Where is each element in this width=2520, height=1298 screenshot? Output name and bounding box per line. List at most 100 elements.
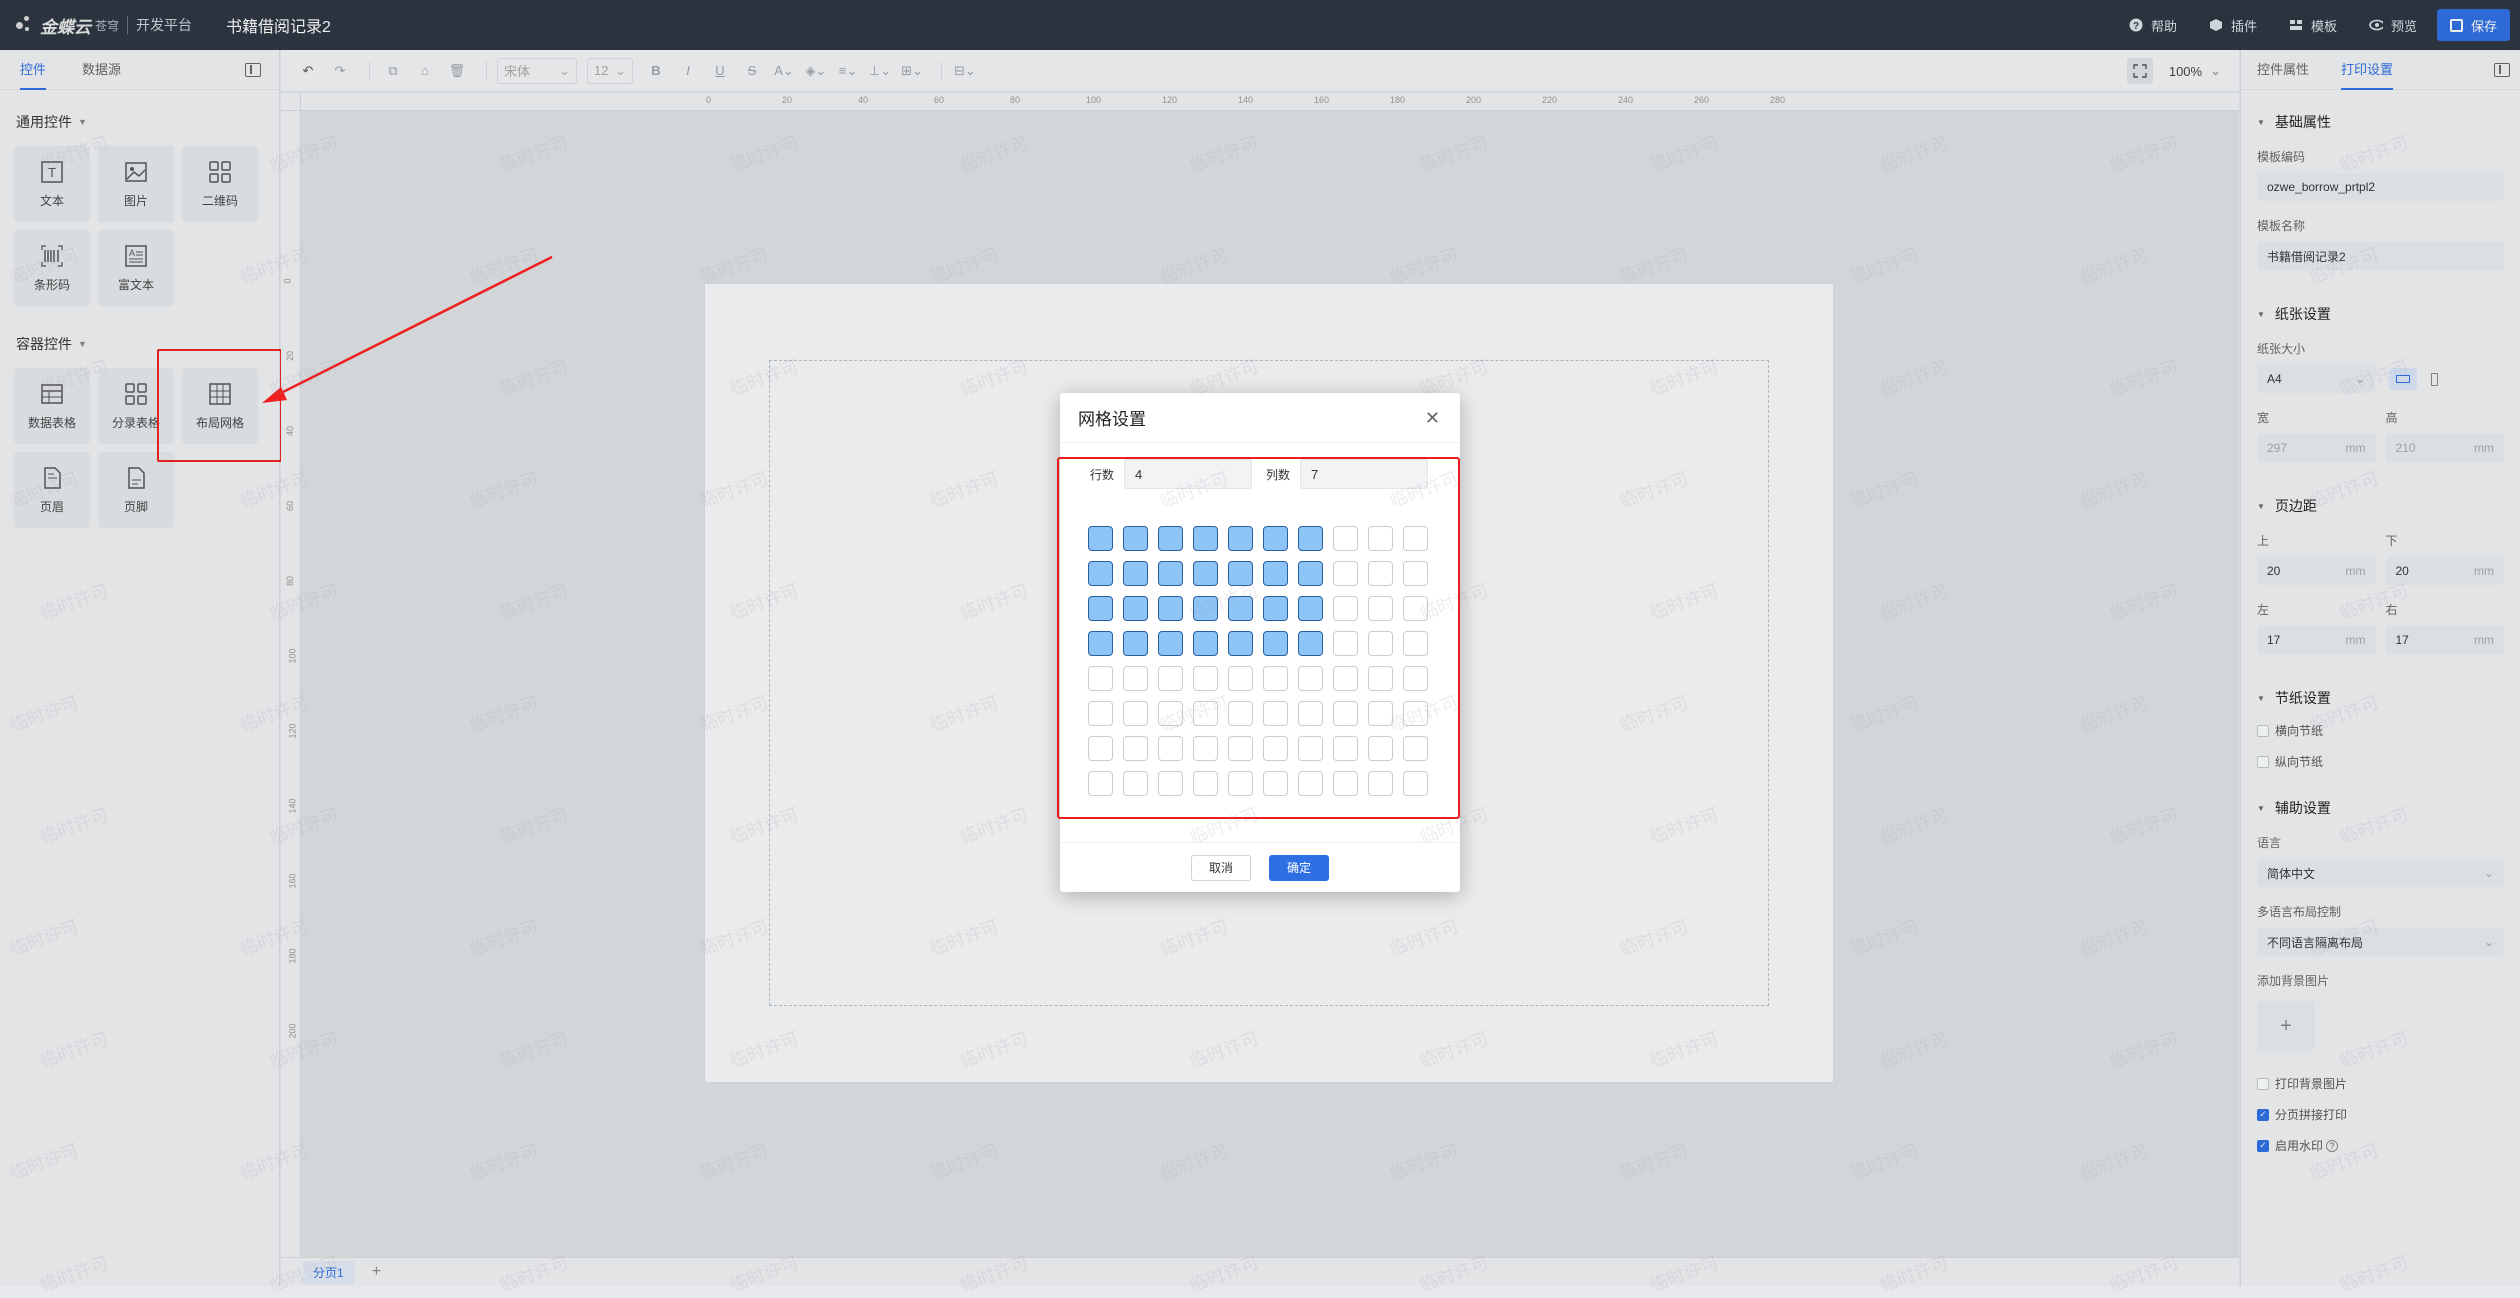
save-label: 保存 [2470,18,2497,34]
right-margin-field[interactable]: 17 mm [2385,626,2504,654]
multilang-select[interactable]: 不同语言隔离布局 ⌄ [2257,928,2504,956]
plugin-button[interactable]: 插件 [2209,16,2257,35]
tab-datasource[interactable]: 数据源 [82,50,121,90]
unit-label: mm [2345,441,2366,455]
language-label: 语言 [2257,836,2282,850]
page-join-checkbox[interactable]: ✓ 分页拼接打印 [2257,1106,2520,1123]
save-button[interactable]: 保存 [2437,9,2510,41]
control-header[interactable]: 页眉 [14,452,90,528]
copy-icon[interactable]: ⧉ [380,58,406,84]
dialog-title: 网格设置 [1078,410,1146,429]
section-paper-heading[interactable]: ▼ 节纸设置 [2257,688,2520,708]
info-icon[interactable]: ? [2326,1139,2339,1152]
template-name-label: 模板名称 [2257,219,2306,233]
delete-icon[interactable]: 🗑 [444,58,470,84]
template-code-value: ozwe_borrow_prtpl2 [2267,180,2376,194]
print-bg-checkbox[interactable]: 打印背景图片 [2257,1075,2520,1092]
control-label: 富文本 [117,277,154,292]
landscape-icon[interactable] [2389,368,2417,390]
basic-section-heading[interactable]: ▼ 基础属性 [2257,112,2520,132]
general-controls-title: 通用控件 [16,114,72,130]
caret-down-icon: ▼ [78,339,87,349]
brand-name: 金蝶云 [40,17,91,37]
ruler-label: 80 [1010,95,1021,105]
ruler-label: 260 [1694,95,1710,105]
tab-controls[interactable]: 控件 [20,50,47,90]
checkbox-checked-icon: ✓ [2257,1139,2269,1152]
margin-section-heading[interactable]: ▼ 页边距 [2257,496,2520,516]
width-field[interactable]: 297 mm [2257,434,2376,462]
horizontal-section-checkbox[interactable]: 横向节纸 [2257,722,2520,739]
italic-icon[interactable]: I [675,58,701,84]
page-tab[interactable]: 分页1 [303,1260,354,1284]
help-label: 帮助 [2150,18,2177,34]
ruler-label: 200 [1466,95,1482,105]
strikethrough-icon[interactable]: S [739,58,765,84]
add-image-button[interactable]: + [2257,1001,2315,1051]
ruler-label: 280 [1770,95,1786,105]
chevron-down-icon[interactable]: ⌄ [2210,63,2221,79]
help-button[interactable]: ? 帮助 [2129,16,2177,35]
multilang-value: 不同语言隔离布局 [2267,935,2364,950]
bottom-margin-value: 20 [2395,564,2409,578]
font-family-select[interactable]: 宋体 ⌄ [497,57,577,84]
underline-icon[interactable]: U [707,58,733,84]
control-text[interactable]: T 文本 [14,146,90,222]
layer-icon[interactable]: ⊟⌄ [952,58,978,84]
control-barcode[interactable]: 条形码 [14,230,90,306]
left-margin-field[interactable]: 17 mm [2257,626,2376,654]
font-color-icon[interactable]: A⌄ [771,58,797,84]
control-footer[interactable]: 页脚 [98,452,174,528]
redo-icon[interactable]: ↷ [327,58,353,84]
control-image[interactable]: 图片 [98,146,174,222]
preview-button[interactable]: 预览 [2369,16,2417,35]
add-page-icon[interactable]: + [372,1263,381,1281]
align-icon[interactable]: ≡⌄ [835,58,861,84]
tab-control-properties[interactable]: 控件属性 [2257,50,2309,90]
svg-text:T: T [48,165,56,180]
border-icon[interactable]: ⊞⌄ [899,58,925,84]
undo-icon[interactable]: ↶ [295,58,321,84]
zoom-value[interactable]: 100% [2169,64,2202,79]
bgimg-label: 添加背景图片 [2257,974,2330,988]
format-painter-icon[interactable]: ⌂ [412,58,438,84]
general-controls-heading[interactable]: 通用控件 ▼ [16,112,279,132]
portrait-icon[interactable] [2423,368,2445,390]
highlight-layoutgrid-box [157,349,282,462]
template-code-field[interactable]: ozwe_borrow_prtpl2 [2257,173,2504,201]
close-icon[interactable]: ✕ [1425,408,1440,429]
confirm-button[interactable]: 确定 [1269,854,1329,881]
language-select[interactable]: 简体中文 ⌄ [2257,859,2504,887]
fill-color-icon[interactable]: ◈⌄ [803,58,829,84]
control-richtext[interactable]: A 富文本 [98,230,174,306]
control-qrcode[interactable]: 二维码 [182,146,258,222]
cancel-button[interactable]: 取消 [1191,854,1251,881]
vertical-align-icon[interactable]: ⊥⌄ [867,58,893,84]
paper-size-select[interactable]: A4 ⌄ [2257,365,2375,393]
bold-icon[interactable]: B [643,58,669,84]
template-button[interactable]: 模板 [2289,16,2337,35]
template-name-field[interactable]: 书籍借阅记录2 [2257,242,2504,270]
collapse-panel-icon[interactable] [245,63,261,77]
divider [127,16,129,34]
unit-label: mm [2345,564,2366,578]
svg-text:A: A [129,248,135,258]
control-datatable[interactable]: 数据表格 [14,368,90,444]
watermark-checkbox[interactable]: ✓ 启用水印? [2257,1137,2520,1154]
tab-print-settings[interactable]: 打印设置 [2341,50,2394,90]
ruler-label: 220 [1542,95,1558,105]
paper-section-heading[interactable]: ▼ 纸张设置 [2257,304,2520,324]
font-size-select[interactable]: 12 ⌄ [587,57,633,84]
template-code-label: 模板编码 [2257,150,2306,164]
page-tabs-bar: 分页1 + [281,1257,2239,1286]
aux-section-heading[interactable]: ▼ 辅助设置 [2257,798,2520,818]
ruler-label: 40 [285,425,296,437]
fit-screen-icon[interactable] [2126,58,2153,84]
text-icon: T [41,160,63,183]
bottom-margin-field[interactable]: 20 mm [2385,557,2504,585]
ruler-label: 100 [287,648,298,664]
height-field[interactable]: 210 mm [2385,434,2504,462]
vertical-section-checkbox[interactable]: 纵向节纸 [2257,753,2520,770]
top-margin-field[interactable]: 20 mm [2257,557,2376,585]
collapse-panel-icon[interactable] [2494,63,2510,77]
